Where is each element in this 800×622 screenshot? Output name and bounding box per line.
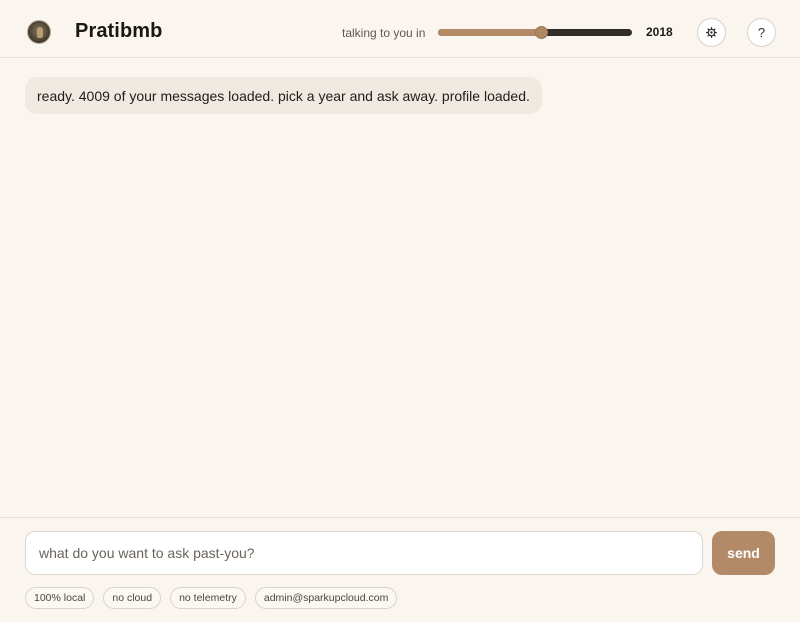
year-slider-thumb[interactable] [534, 26, 548, 39]
message-list: ready. 4009 of your messages loaded. pic… [0, 59, 800, 517]
badge-no-telemetry: no telemetry [170, 587, 246, 609]
message-input[interactable] [25, 531, 703, 575]
status-badges: 100% local no cloud no telemetry admin@s… [25, 587, 398, 609]
avatar [27, 20, 51, 44]
year-slider-fill [438, 29, 541, 36]
year-slider-label: talking to you in [342, 26, 426, 40]
badge-local: 100% local [25, 587, 95, 609]
top-bar: Pratibmb talking to you in 2018 ? [0, 0, 800, 58]
settings-button[interactable] [697, 18, 726, 47]
badge-no-cloud: no cloud [103, 587, 162, 609]
send-button[interactable]: send [712, 531, 775, 575]
app-title: Pratibmb [75, 20, 163, 42]
badge-account-email: admin@sparkupcloud.com [254, 587, 398, 609]
year-slider[interactable] [438, 26, 632, 39]
assistant-message: ready. 4009 of your messages loaded. pic… [25, 77, 542, 114]
app-window: Pratibmb talking to you in 2018 ? ready.… [0, 0, 800, 622]
gear-icon [706, 27, 717, 38]
selected-year: 2018 [646, 25, 673, 39]
composer: send 100% local no cloud no telemetry ad… [0, 517, 800, 622]
help-button[interactable]: ? [747, 18, 776, 47]
